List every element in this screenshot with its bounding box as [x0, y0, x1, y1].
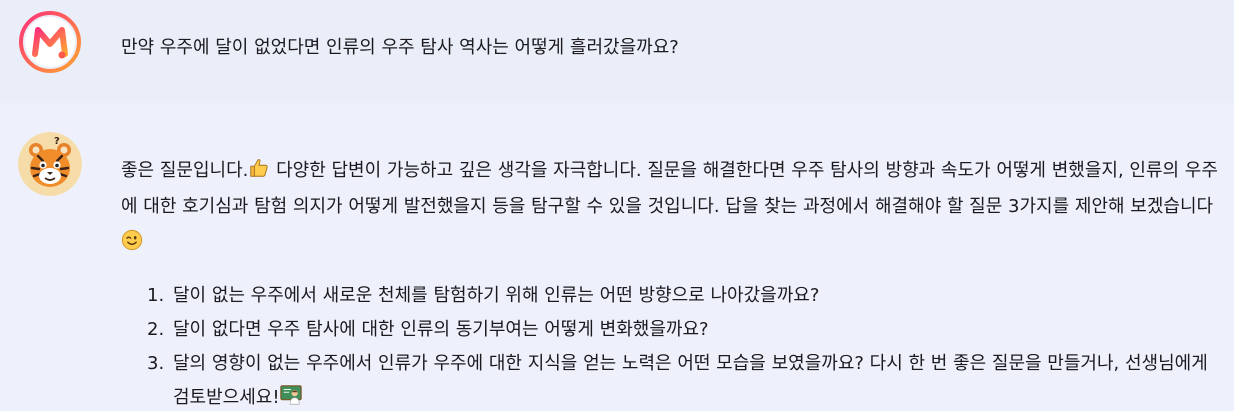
bot-intro-rest: 다양한 답변이 가능하고 깊은 생각을 자극합니다. 질문을 해결한다면 우주 … — [121, 160, 1218, 217]
bot-intro-start: 좋은 질문입니다. — [121, 160, 249, 181]
list-item-number: 2. — [147, 319, 165, 340]
bot-message-body: 좋은 질문입니다. 다양한 답변이 가능하고 깊은 생각을 자극합니다. 질문을… — [121, 153, 1221, 411]
m-logo-icon — [19, 11, 81, 73]
svg-text:?: ? — [54, 136, 60, 147]
list-item-text: 달이 없다면 우주 탐사에 대한 인류의 동기부여는 어떻게 변화했을까요? — [173, 319, 709, 340]
user-message-text: 만약 우주에 달이 없었다면 인류의 우주 탐사 역사는 어떻게 흘러갔을까요? — [121, 37, 679, 58]
tiger-icon: ? — [18, 132, 82, 196]
list-item-text: 달이 없는 우주에서 새로운 천체를 탐험하기 위해 인류는 어떤 방향으로 나… — [173, 285, 820, 306]
teacher-icon — [279, 385, 302, 405]
bot-intro-paragraph: 좋은 질문입니다. 다양한 답변이 가능하고 깊은 생각을 자극합니다. 질문을… — [121, 153, 1221, 261]
list-item: 3. 달의 영향이 없는 우주에서 인류가 우주에 대한 지식을 얻는 노력은 … — [121, 347, 1221, 411]
list-item-text: 달의 영향이 없는 우주에서 인류가 우주에 대한 지식을 얻는 노력은 어떤 … — [173, 353, 1208, 408]
user-avatar — [18, 10, 82, 74]
list-item: 1. 달이 없는 우주에서 새로운 천체를 탐험하기 위해 인류는 어떤 방향으… — [121, 279, 1221, 313]
suggested-questions-list: 1. 달이 없는 우주에서 새로운 천체를 탐험하기 위해 인류는 어떤 방향으… — [121, 279, 1221, 411]
winking-face-icon — [121, 229, 143, 251]
list-item-number: 1. — [147, 285, 165, 306]
bot-avatar: ? — [18, 132, 82, 196]
list-item-number: 3. — [147, 353, 165, 374]
user-message-row: 만약 우주에 달이 없었다면 인류의 우주 탐사 역사는 어떻게 흘러갔을까요? — [0, 0, 1234, 103]
list-item: 2. 달이 없다면 우주 탐사에 대한 인류의 동기부여는 어떻게 변화했을까요… — [121, 313, 1221, 347]
thumbs-up-icon — [250, 159, 269, 177]
bot-message-row: ? 좋은 질문입니다. 다양한 답변이 가능하고 깊은 생각을 자극합니다. 질… — [0, 103, 1234, 411]
chat-window: 만약 우주에 달이 없었다면 인류의 우주 탐사 역사는 어떻게 흘러갔을까요?… — [0, 0, 1234, 411]
